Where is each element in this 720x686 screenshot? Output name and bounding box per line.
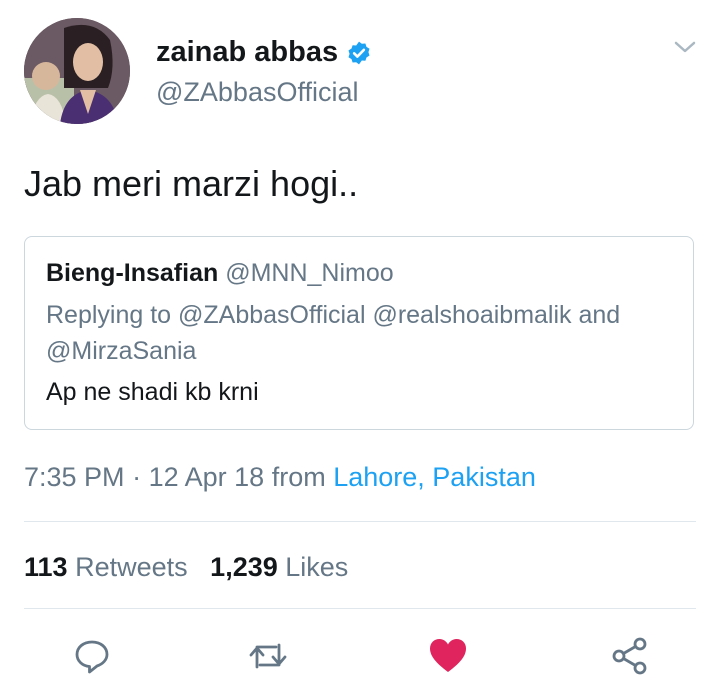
- tweet-time: 7:35 PM: [24, 462, 125, 492]
- tweet-stats: 113 Retweets 1,239 Likes: [24, 552, 348, 583]
- divider: [24, 521, 696, 522]
- retweets-stat[interactable]: 113 Retweets: [24, 552, 195, 582]
- share-icon: [612, 637, 647, 675]
- action-bar: [0, 636, 720, 680]
- tweet-text: Jab meri marzi hogi..: [24, 163, 359, 204]
- profile-photo: [24, 18, 130, 124]
- heart-icon: [430, 639, 466, 672]
- reply-button[interactable]: [72, 636, 112, 676]
- author-name-row[interactable]: zainab abbas: [156, 36, 372, 69]
- reply-icon: [75, 640, 109, 674]
- from-label: from: [271, 462, 326, 492]
- retweets-label: Retweets: [75, 552, 188, 582]
- tweet-meta: 7:35 PM · 12 Apr 18 from Lahore, Pakista…: [24, 462, 536, 493]
- retweet-button[interactable]: [248, 636, 288, 676]
- chevron-down-icon[interactable]: [673, 38, 697, 56]
- like-button[interactable]: [428, 636, 468, 676]
- retweet-icon: [249, 643, 287, 669]
- quoted-tweet-header: Bieng-Insafian @MNN_Nimoo: [46, 259, 394, 288]
- quoted-tweet-card[interactable]: Bieng-Insafian @MNN_Nimoo Replying to @Z…: [24, 236, 694, 430]
- share-button[interactable]: [610, 636, 650, 676]
- verified-badge-icon: [348, 41, 370, 64]
- avatar[interactable]: [24, 18, 130, 124]
- likes-stat[interactable]: 1,239 Likes: [210, 552, 348, 582]
- display-name[interactable]: zainab abbas: [156, 36, 338, 69]
- quoted-tweet-text: Ap ne shadi kb krni: [46, 378, 259, 406]
- quoted-author-handle: @MNN_Nimoo: [225, 259, 394, 287]
- tweet-location-link[interactable]: Lahore, Pakistan: [333, 462, 536, 492]
- author-handle[interactable]: @ZAbbasOfficial: [156, 77, 359, 108]
- likes-label: Likes: [285, 552, 349, 582]
- quoted-author-name: Bieng-Insafian: [46, 259, 219, 287]
- meta-separator: ·: [132, 462, 142, 492]
- divider: [24, 608, 696, 609]
- likes-count: 1,239: [210, 552, 278, 582]
- retweets-count: 113: [24, 552, 68, 582]
- tweet-date: 12 Apr 18: [148, 462, 265, 492]
- quoted-reply-line: Replying to @ZAbbasOfficial @realshoaibm…: [46, 301, 621, 365]
